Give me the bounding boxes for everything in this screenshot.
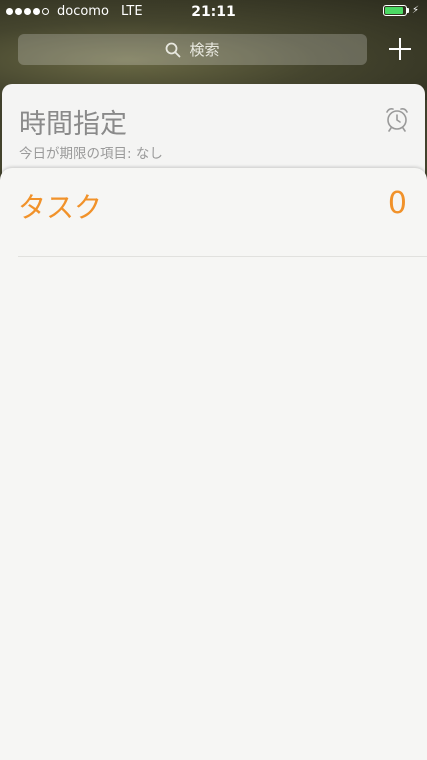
battery-icon [382,5,407,16]
search-icon [166,42,181,57]
battery-fill [384,7,403,14]
add-list-button[interactable] [387,36,413,62]
status-bar: docomo LTE 21:11 ⚡ [0,0,427,24]
task-list-card[interactable]: タスク 0 [0,168,427,760]
task-count: 0 [387,186,407,221]
scheduled-subtitle: 今日が期限の項目: なし [19,146,163,162]
alarm-clock-icon [386,108,408,132]
search-input[interactable]: 検索 [18,34,367,65]
charging-bolt-icon: ⚡ [411,5,419,16]
new-item-divider[interactable] [18,256,427,257]
battery-indicator: ⚡ [382,5,419,16]
status-time: 21:11 [191,4,236,20]
search-placeholder: 検索 [189,41,220,59]
battery-tip [406,8,409,13]
task-list-title: タスク [18,191,103,224]
scheduled-title: 時間指定 [19,109,127,140]
